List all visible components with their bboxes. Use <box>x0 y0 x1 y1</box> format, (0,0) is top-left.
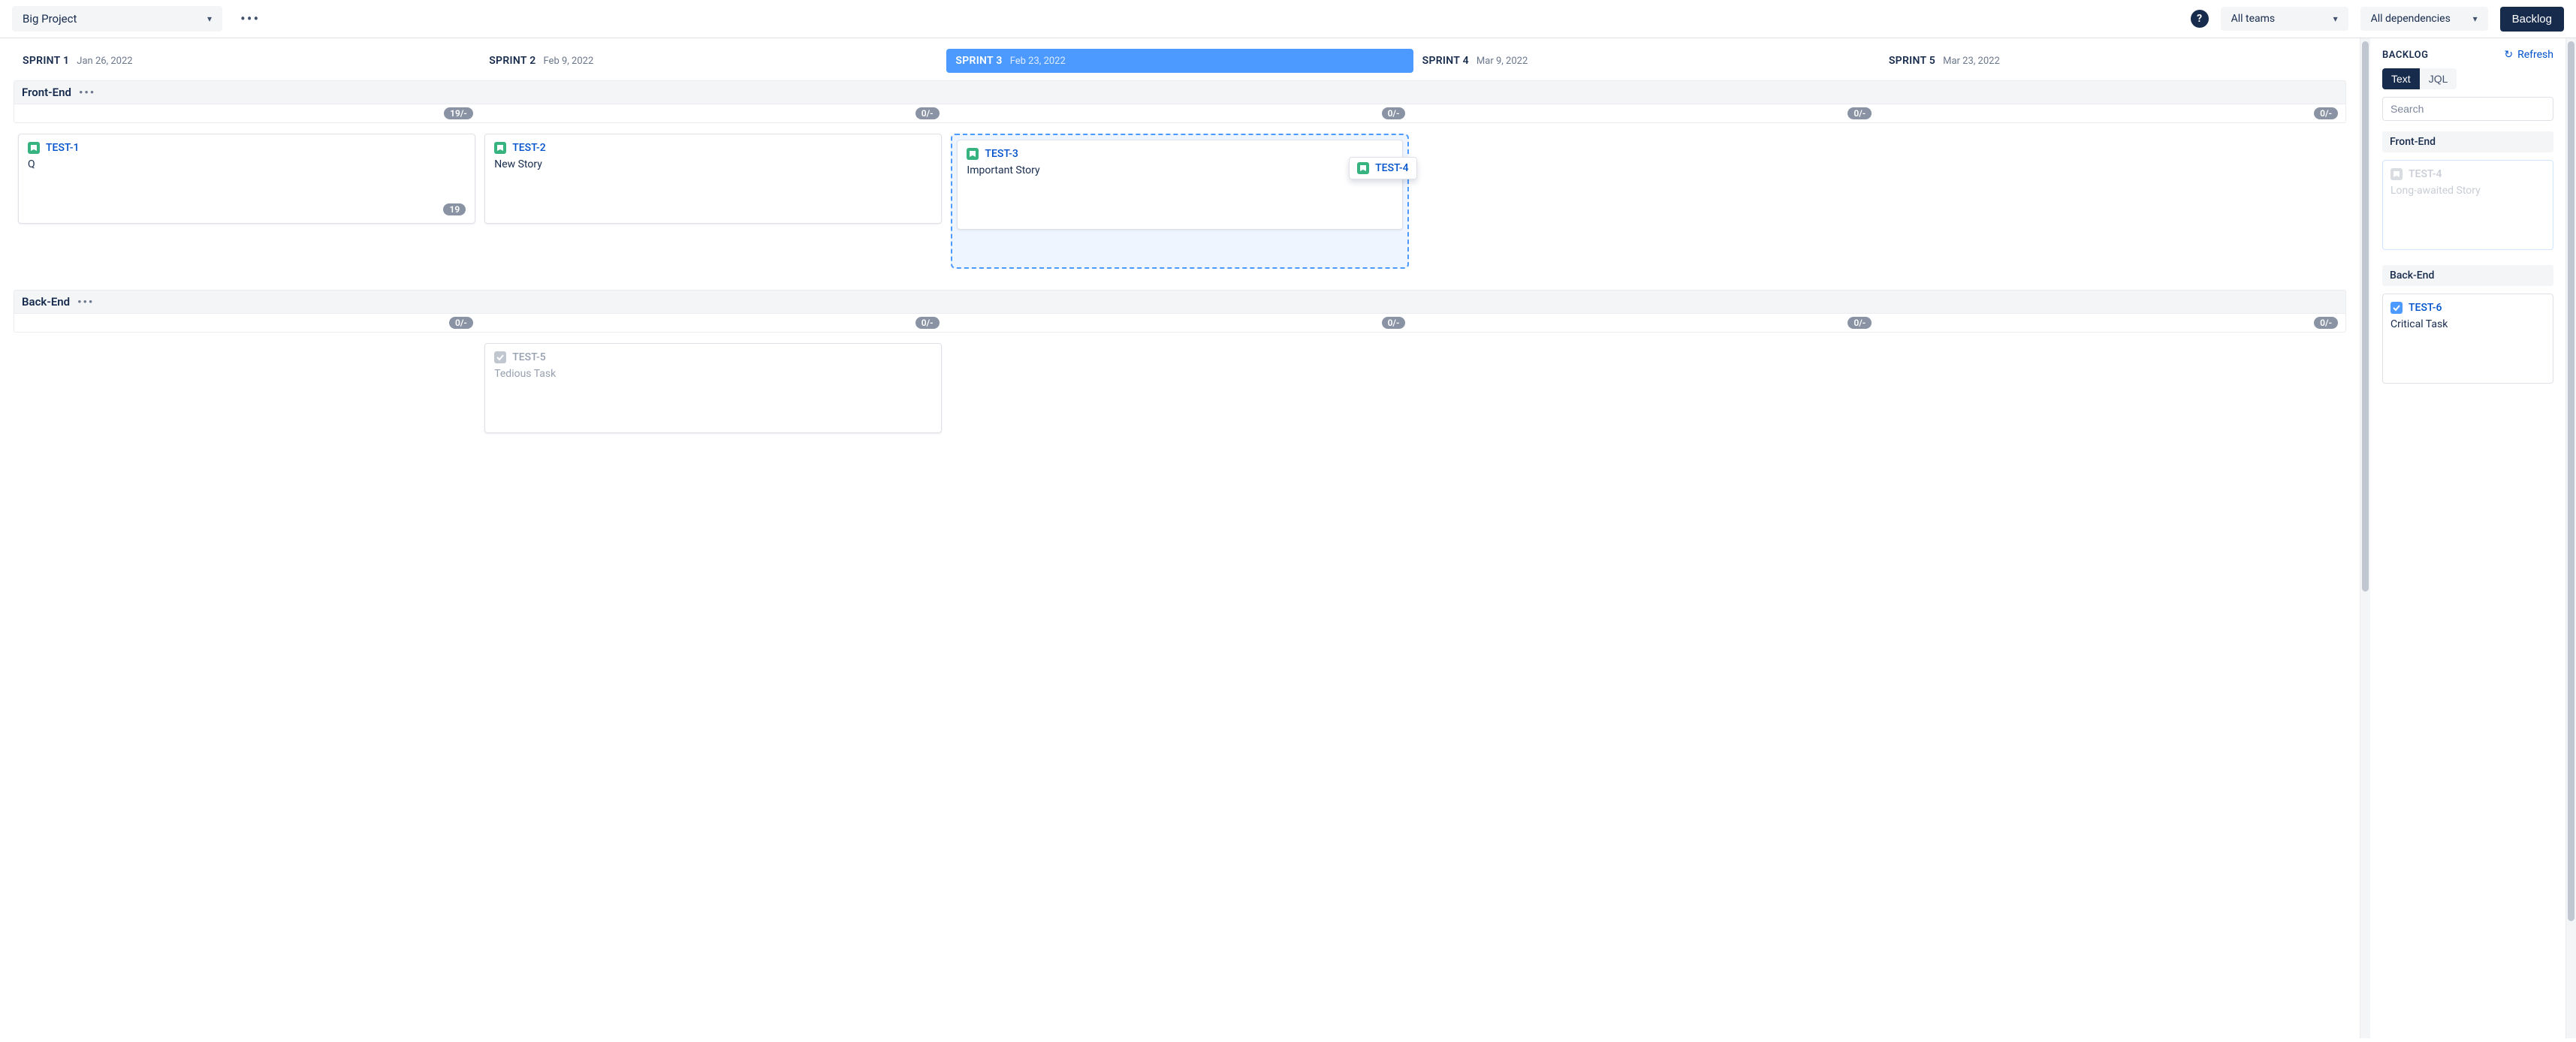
story-icon <box>2390 168 2403 180</box>
dependencies-filter-dropdown[interactable]: All dependencies ▾ <box>2360 7 2488 31</box>
top-toolbar: Big Project ▾ ••• ? All teams ▾ All depe… <box>0 0 2576 38</box>
count-pill: 0/- <box>2314 317 2338 329</box>
story-icon <box>1357 162 1369 174</box>
teams-filter-dropdown[interactable]: All teams ▾ <box>2221 7 2348 31</box>
estimate-pill: 19 <box>443 203 466 215</box>
backlog-search-input[interactable] <box>2382 97 2553 121</box>
issue-title: New Story <box>494 158 932 170</box>
story-icon <box>494 142 506 154</box>
issue-key: TEST-3 <box>985 148 1018 160</box>
help-icon[interactable]: ? <box>2191 10 2209 28</box>
issue-title: Long-awaited Story <box>2390 185 2545 197</box>
more-icon[interactable]: ••• <box>77 295 94 309</box>
chevron-down-icon: ▾ <box>2333 14 2338 24</box>
issue-card[interactable]: TEST-5 Tedious Task <box>484 343 942 433</box>
refresh-button[interactable]: ↻ Refresh <box>2504 49 2553 61</box>
count-pill: 0/- <box>915 107 940 119</box>
count-pill: 0/- <box>2314 107 2338 119</box>
backlog-card[interactable]: TEST-6 Critical Task <box>2382 294 2553 384</box>
chevron-down-icon: ▾ <box>2473 14 2478 24</box>
count-pill: 0/- <box>915 317 940 329</box>
drop-target[interactable]: TEST-3 Important Story TEST-4 <box>951 134 1408 269</box>
refresh-icon: ↻ <box>2504 49 2513 61</box>
issue-key: TEST-6 <box>2409 302 2442 314</box>
count-pill: 19/- <box>444 107 473 119</box>
project-dropdown[interactable]: Big Project ▾ <box>12 6 222 32</box>
issue-title: Critical Task <box>2390 318 2545 330</box>
backlog-toggle-button[interactable]: Backlog <box>2500 7 2564 32</box>
project-name: Big Project <box>23 12 77 26</box>
count-pill: 0/- <box>1848 107 1872 119</box>
group-header-backend: Back-End ••• <box>14 290 2346 314</box>
issue-title: Important Story <box>967 164 1392 176</box>
frontend-counts-row: 19/- 0/- 0/- 0/- 0/- <box>14 104 2346 123</box>
board-scrollbar[interactable] <box>2360 38 2370 1038</box>
group-title: Front-End <box>22 86 71 99</box>
sprint-header-1[interactable]: SPRINT 1 Jan 26, 2022 <box>14 49 480 73</box>
count-pill: 0/- <box>449 317 473 329</box>
scrollbar-thumb[interactable] <box>2362 41 2369 592</box>
frontend-cards-row: TEST-1 Q 19 TEST-2 New S <box>14 134 2346 269</box>
task-icon <box>494 351 506 363</box>
count-pill: 0/- <box>1382 317 1406 329</box>
backlog-group-backend: Back-End <box>2382 265 2553 286</box>
backlog-card[interactable]: TEST-4 Long-awaited Story <box>2382 160 2553 250</box>
backend-cards-row: TEST-5 Tedious Task <box>14 343 2346 433</box>
chevron-down-icon: ▾ <box>207 14 212 24</box>
group-header-frontend: Front-End ••• <box>14 80 2346 104</box>
more-icon[interactable]: ••• <box>79 86 95 99</box>
story-icon <box>967 148 979 160</box>
backlog-panel: BACKLOG ↻ Refresh Text JQL Front-End TES… <box>2370 38 2565 1038</box>
issue-key: TEST-5 <box>512 351 545 363</box>
dep-filter-label: All dependencies <box>2371 13 2451 25</box>
sprint-header-5[interactable]: SPRINT 5 Mar 23, 2022 <box>1880 49 2346 73</box>
issue-key: TEST-2 <box>512 142 545 154</box>
tab-jql[interactable]: JQL <box>2420 68 2457 89</box>
issue-card[interactable]: TEST-3 Important Story TEST-4 <box>957 140 1402 230</box>
issue-card[interactable]: TEST-2 New Story <box>484 134 942 224</box>
sprint-header-2[interactable]: SPRINT 2 Feb 9, 2022 <box>480 49 946 73</box>
group-title: Back-End <box>22 295 70 309</box>
count-pill: 0/- <box>1382 107 1406 119</box>
sprint-header-row: SPRINT 1 Jan 26, 2022 SPRINT 2 Feb 9, 20… <box>14 38 2346 80</box>
scrollbar-thumb[interactable] <box>2568 41 2574 921</box>
teams-filter-label: All teams <box>2231 13 2276 25</box>
issue-key: TEST-1 <box>46 142 79 154</box>
backlog-scrollbar[interactable] <box>2565 38 2576 1038</box>
count-pill: 0/- <box>1848 317 1872 329</box>
dragging-issue-chip[interactable]: TEST-4 <box>1349 157 1416 179</box>
search-mode-segmented: Text JQL <box>2382 68 2457 89</box>
issue-title: Q <box>28 158 466 170</box>
backend-counts-row: 0/- 0/- 0/- 0/- 0/- <box>14 314 2346 333</box>
issue-key: TEST-4 <box>2409 168 2442 180</box>
issue-key: TEST-4 <box>1375 162 1408 174</box>
board-scroll[interactable]: SPRINT 1 Jan 26, 2022 SPRINT 2 Feb 9, 20… <box>0 38 2360 1038</box>
issue-title: Tedious Task <box>494 368 932 380</box>
tab-text[interactable]: Text <box>2382 68 2420 89</box>
sprint-header-3[interactable]: SPRINT 3 Feb 23, 2022 <box>946 49 1413 73</box>
main-area: SPRINT 1 Jan 26, 2022 SPRINT 2 Feb 9, 20… <box>0 38 2576 1038</box>
backlog-title: BACKLOG <box>2382 50 2429 61</box>
issue-card[interactable]: TEST-1 Q 19 <box>18 134 475 224</box>
more-icon[interactable]: ••• <box>234 7 266 31</box>
sprint-header-4[interactable]: SPRINT 4 Mar 9, 2022 <box>1413 49 1880 73</box>
backlog-group-frontend: Front-End <box>2382 131 2553 152</box>
task-icon <box>2390 302 2403 314</box>
story-icon <box>28 142 40 154</box>
